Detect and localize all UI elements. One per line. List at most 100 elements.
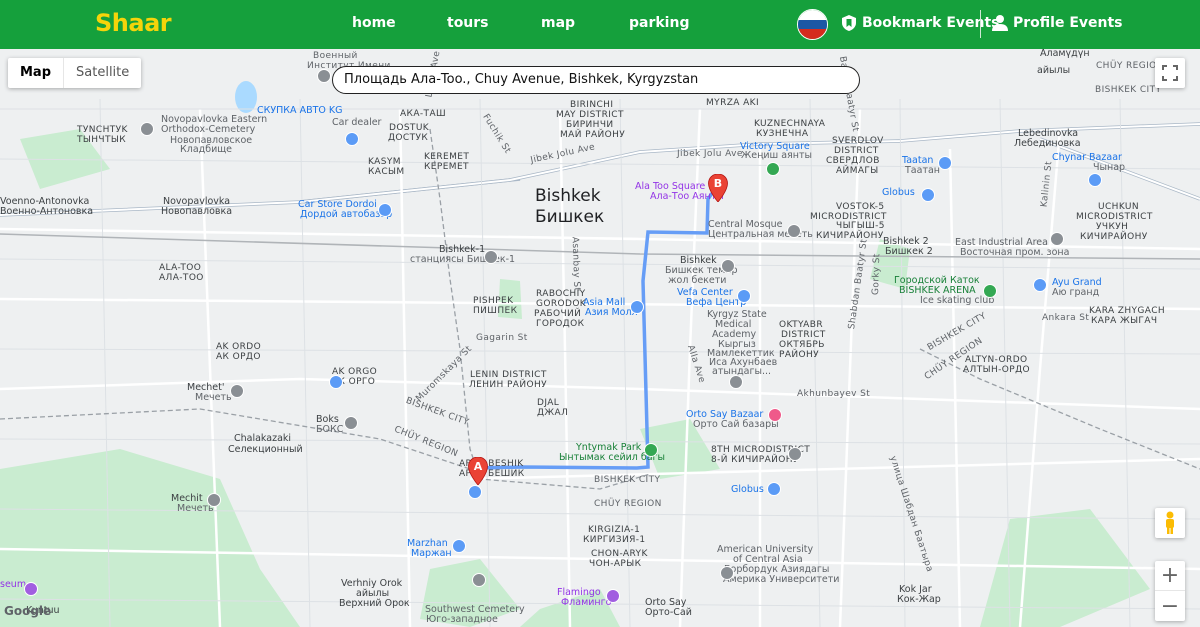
map-label: GORODOK [536,299,587,309]
poi-park-icon[interactable] [766,162,780,176]
map-label: DISTRICT [834,146,879,156]
google-logo[interactable]: Google [4,604,51,619]
nav-parking-link[interactable]: parking [629,15,689,31]
poi-university-icon[interactable] [720,566,734,580]
map-label: АЙМАГЫ [836,166,879,176]
map-label: Akhunbayev St [797,389,871,399]
map-label: Ice skating club [920,295,995,306]
poi-museum-icon[interactable] [24,582,38,596]
poi-shopping-icon[interactable] [468,485,482,499]
route-start-marker[interactable]: A [468,456,488,486]
poi-shopping-icon[interactable] [329,375,343,389]
map-label: Юго-западное [426,614,498,625]
map-label: АЛА-ТОО [159,273,204,283]
map-label: UCHKUN [1098,202,1140,212]
poi-shopping-icon[interactable] [767,482,781,496]
map-label: MYRZA AKI [706,98,760,108]
map-canvas[interactable]: Военный Институт Имени СКУПКА АВТО KG Ca… [0,49,1200,627]
map-label: жол бекети [668,275,727,286]
location-search-input[interactable]: Площадь Ала-Too., Chuy Avenue, Bishkek, … [332,66,860,94]
poi-industrial-icon[interactable] [1050,232,1064,246]
map-label: Маржан [411,548,452,559]
map-label: SVERDLOV [832,136,884,146]
map-label: Чынар [1093,162,1126,173]
marker-letter: B [713,177,723,190]
poi-car-dealer-icon[interactable] [345,132,359,146]
poi-sports-icon[interactable] [344,416,358,430]
poi-generic-icon[interactable] [788,447,802,461]
poi-shopping-icon[interactable] [938,156,952,170]
map-label: МАЙ РАЙОНУ [560,130,626,140]
map-label: Asanbay St [569,236,582,292]
map-label: станциясы Бишкек-1 [410,254,516,265]
poi-shopping-icon[interactable] [630,300,644,314]
poi-cemetery-icon[interactable] [472,573,486,587]
app-logo[interactable]: Shaar [95,9,172,37]
poi-mosque-icon[interactable] [207,493,221,507]
zoom-control: + − [1155,561,1185,621]
map-label: CHÜY REGIO [1096,61,1157,71]
map-label: БИРИНЧИ [566,120,614,130]
poi-cemetery-icon[interactable] [140,122,154,136]
map-label: Мечеть [177,503,214,514]
map-label: КУЗНЕЧНА [756,129,809,139]
route-end-marker[interactable]: B [708,173,728,203]
map-label: CHON-ARYK [591,549,648,559]
map-label: ОКТЯБРЬ [779,340,825,350]
map-label: Военный [313,51,358,61]
map-label: Лебединовка [1014,138,1081,149]
nav-home-link[interactable]: home [352,15,396,31]
nav-divider [980,10,981,38]
poi-institute-icon[interactable] [317,69,331,83]
poi-entertainment-icon[interactable] [606,589,620,603]
map-label: КИЧИРАЙОНУ [816,231,884,241]
map-label: КИРГИЗИЯ-1 [583,535,646,545]
poi-mosque-icon[interactable] [230,384,244,398]
poi-shopping-icon[interactable] [921,188,935,202]
language-flag-icon[interactable] [797,9,828,40]
zoom-in-button[interactable]: + [1155,561,1185,591]
map-label: Globus [731,484,764,495]
nav-tours-link[interactable]: tours [447,15,489,31]
poi-shopping-icon[interactable] [452,539,466,553]
poi-train-icon[interactable] [721,259,735,273]
map-label: ТУNCHTУK [77,125,128,135]
poi-academy-icon[interactable] [729,375,743,389]
map-label: KASYM [368,157,401,167]
marker-letter: A [473,460,483,473]
nav-map-link[interactable]: map [541,15,575,31]
street-view-pegman-button[interactable] [1155,508,1185,538]
poi-shopping-icon[interactable] [737,289,751,303]
poi-park-icon[interactable] [644,443,658,457]
map-label: РАЙОНУ [779,350,820,360]
map-label: атындагы... [712,366,772,377]
map-label: KEREMET [424,152,470,162]
map-label: КАРА ЖЫГАЧ [1091,316,1158,326]
map-label: Орто Сай базары [693,419,779,430]
map-label: Ankara St [1042,313,1090,323]
map-label: ДЖАЛ [537,408,569,418]
poi-ice-skating-icon[interactable] [983,284,997,298]
map-type-control: Map Satellite [8,58,142,88]
fullscreen-icon [1162,65,1178,81]
map-label: Кладбище [180,144,233,155]
map-type-map-button[interactable]: Map [8,58,65,88]
poi-shopping-icon[interactable] [378,203,392,217]
poi-shopping-icon[interactable] [1033,278,1047,292]
poi-train-icon[interactable] [484,250,498,264]
map-label: BISHKEK CITY [594,475,661,485]
map-label: Car dealer [332,117,382,128]
fullscreen-button[interactable] [1155,58,1185,88]
bookmark-events-button[interactable]: Bookmark Events [840,14,1000,32]
map-label: ГОРОДОК [536,319,585,329]
poi-mosque-icon[interactable] [787,224,801,238]
map-label: Восточная пром. зона [960,247,1070,258]
poi-shopping-icon[interactable] [1088,173,1102,187]
city-label-bishkek-cyr: Бишкек [535,207,605,227]
poi-hospital-icon[interactable] [768,408,782,422]
map-label: ДОСТУК [388,133,429,143]
zoom-out-button[interactable]: − [1155,591,1185,621]
map-type-satellite-button[interactable]: Satellite [64,58,141,88]
map-label: KARA ZHYGACH [1089,306,1166,316]
profile-events-button[interactable]: Profile Events [991,14,1123,32]
